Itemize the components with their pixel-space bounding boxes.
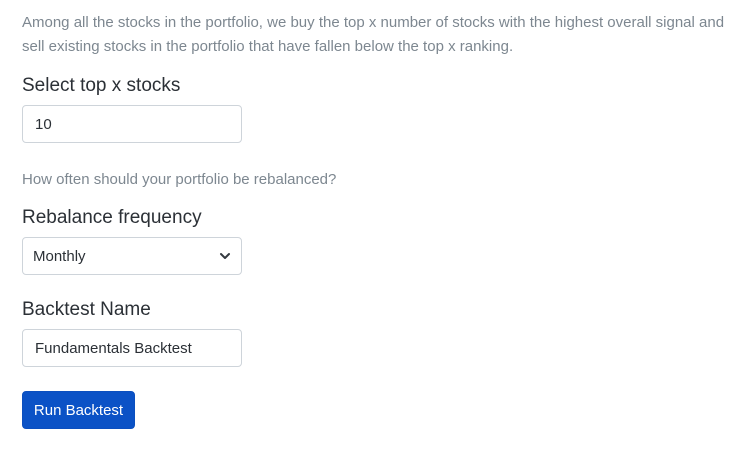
rebalance-frequency-value: Monthly	[33, 247, 86, 265]
backtest-name-label: Backtest Name	[22, 299, 151, 320]
rebalance-frequency-select[interactable]: Monthly	[22, 237, 242, 275]
rebalance-help-text: How often should your portfolio be rebal…	[22, 171, 337, 188]
rebalance-frequency-label: Rebalance frequency	[22, 207, 202, 228]
backtest-name-input[interactable]	[22, 329, 242, 367]
run-backtest-button[interactable]: Run Backtest	[22, 391, 135, 429]
top-x-label: Select top x stocks	[22, 75, 181, 96]
top-x-input[interactable]	[22, 105, 242, 143]
chevron-down-icon	[219, 250, 231, 262]
strategy-description: Among all the stocks in the portfolio, w…	[22, 14, 725, 55]
